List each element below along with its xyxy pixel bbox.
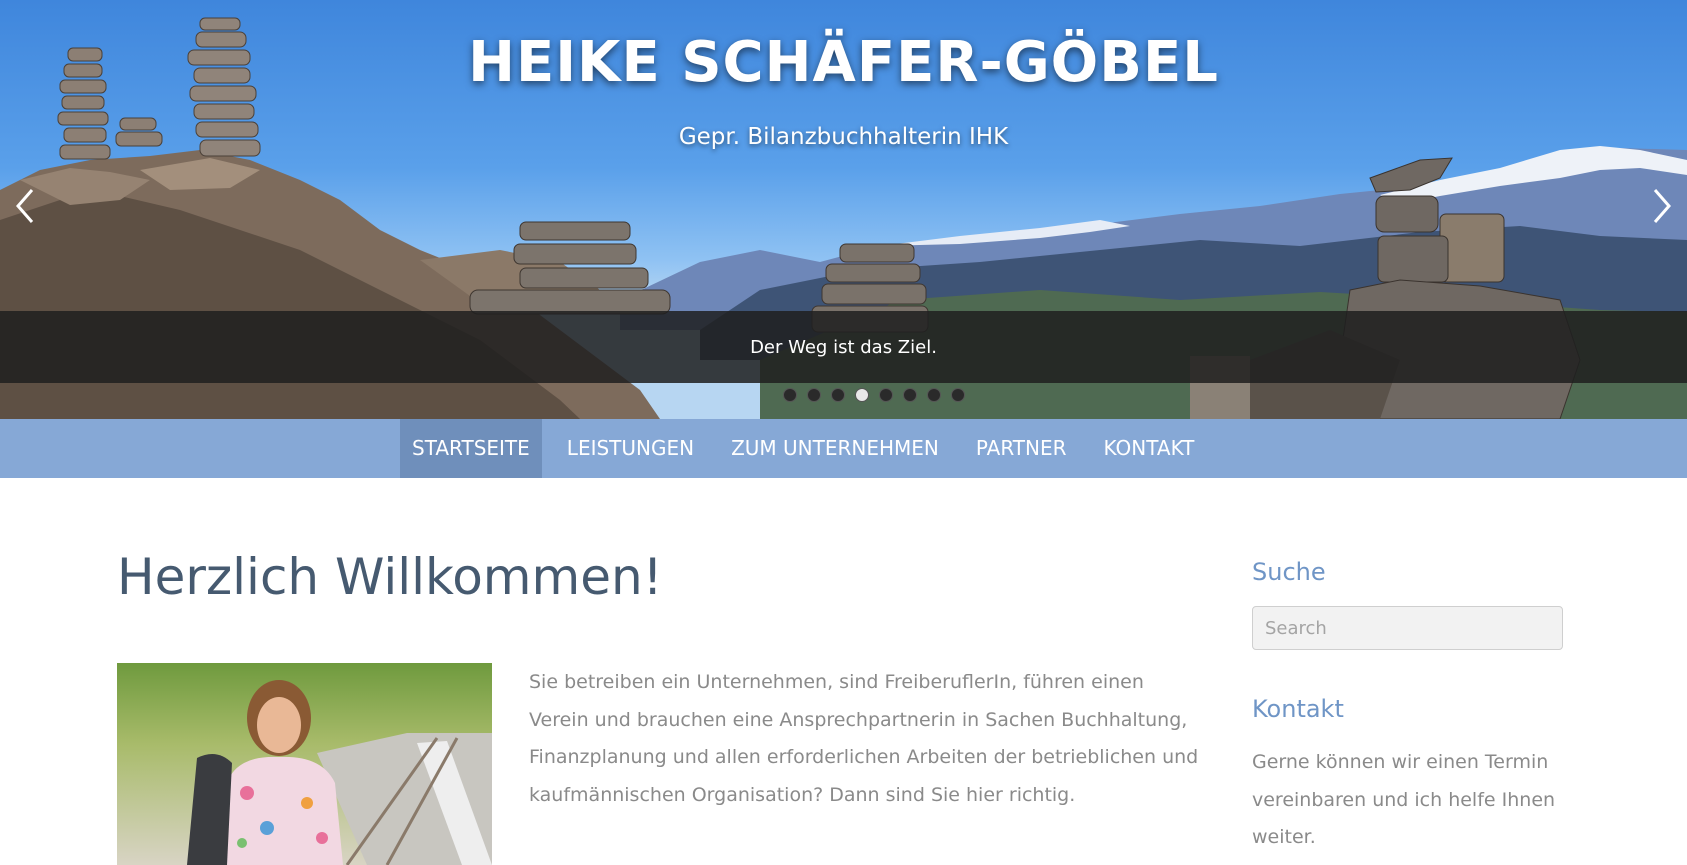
- site-subtitle: Gepr. Bilanzbuchhalterin IHK: [678, 124, 1009, 150]
- search-input[interactable]: [1252, 606, 1563, 650]
- slider-dot[interactable]: [878, 388, 893, 402]
- contact-heading: Kontakt: [1252, 695, 1344, 723]
- slider-dot[interactable]: [830, 388, 845, 402]
- nav-item-partner[interactable]: PARTNER: [964, 419, 1079, 478]
- chevron-left-icon: [16, 189, 34, 223]
- slider-dot[interactable]: [926, 388, 941, 402]
- slider-dot[interactable]: [782, 388, 797, 402]
- nav-item-kontakt[interactable]: KONTAKT: [1092, 419, 1207, 478]
- slider-dot[interactable]: [902, 388, 917, 402]
- site-title: HEIKE SCHÄFER-GÖBEL: [468, 30, 1219, 95]
- slide-caption: Der Weg ist das Ziel.: [750, 336, 937, 358]
- portrait-photo: [117, 663, 492, 865]
- slider-pagination: [0, 388, 1687, 402]
- slider-prev-button[interactable]: [8, 186, 42, 226]
- nav-item-zum-unternehmen[interactable]: ZUM UNTERNEHMEN: [719, 419, 951, 478]
- main-navigation: STARTSEITE LEISTUNGEN ZUM UNTERNEHMEN PA…: [0, 419, 1687, 478]
- slider-dot[interactable]: [950, 388, 965, 402]
- hero-slider: HEIKE SCHÄFER-GÖBEL Gepr. Bilanzbuchhalt…: [0, 0, 1687, 419]
- chevron-right-icon: [1653, 189, 1671, 223]
- slider-dot[interactable]: [806, 388, 821, 402]
- nav-item-startseite[interactable]: STARTSEITE: [400, 419, 542, 478]
- search-heading: Suche: [1252, 558, 1326, 586]
- nav-item-leistungen[interactable]: LEISTUNGEN: [555, 419, 706, 478]
- slider-next-button[interactable]: [1645, 186, 1679, 226]
- page-title: Herzlich Willkommen!: [117, 548, 663, 606]
- slide-caption-band: Der Weg ist das Ziel.: [0, 311, 1687, 383]
- slider-dot[interactable]: [854, 388, 869, 402]
- contact-text: Gerne können wir einen Termin vereinbare…: [1252, 751, 1556, 848]
- portrait-image: [117, 663, 492, 865]
- intro-paragraph: Sie betreiben ein Unternehmen, sind Frei…: [529, 671, 1199, 806]
